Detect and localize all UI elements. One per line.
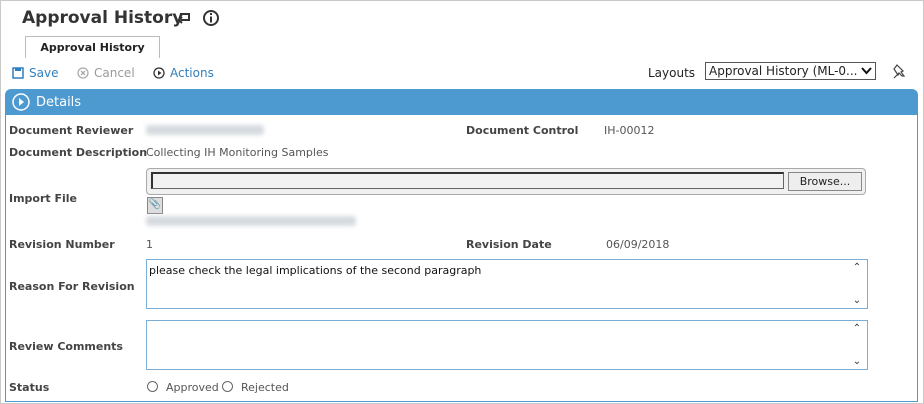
review-comments-text: [147, 321, 867, 325]
review-comments-textarea[interactable]: ⌃ ⌄: [146, 320, 868, 370]
layouts-select[interactable]: Approval History (ML-0...: [705, 62, 876, 80]
review-comments-label: Review Comments: [9, 340, 123, 353]
layouts-selected-value: Approval History (ML-0...: [709, 64, 858, 78]
document-control-value: IH-00012: [604, 124, 655, 137]
save-button[interactable]: Save: [12, 66, 58, 80]
scrollbar[interactable]: ⌃ ⌄: [849, 323, 865, 367]
chevron-down-icon[interactable]: ⌄: [853, 295, 861, 306]
cancel-label: Cancel: [94, 66, 135, 80]
undo-icon[interactable]: [175, 9, 193, 27]
layouts-label: Layouts: [648, 66, 696, 80]
chevron-down-icon: [861, 67, 872, 75]
status-rejected-radio[interactable]: [222, 381, 233, 392]
reason-for-revision-text: please check the legal implications of t…: [149, 264, 482, 277]
document-description-value: Collecting IH Monitoring Samples: [146, 146, 329, 159]
status-approved-radio[interactable]: [147, 381, 158, 392]
import-file-label: Import File: [9, 192, 78, 205]
tab-approval-history[interactable]: Approval History: [25, 36, 160, 58]
section-title: Details: [36, 95, 82, 110]
cancel-button[interactable]: Cancel: [77, 66, 135, 80]
reason-for-revision-textarea[interactable]: please check the legal implications of t…: [146, 259, 868, 309]
save-label: Save: [29, 66, 59, 80]
status-rejected-label: Rejected: [241, 381, 289, 394]
details-section-header[interactable]: [5, 89, 918, 115]
actions-label: Actions: [170, 66, 214, 80]
attached-file-link[interactable]: [146, 216, 356, 226]
document-reviewer-value: [146, 125, 264, 135]
chevron-up-icon[interactable]: ⌃: [853, 323, 861, 334]
play-circle-icon: [153, 67, 165, 79]
paperclip-icon[interactable]: 📎: [147, 197, 163, 214]
chevron-down-icon[interactable]: ⌄: [853, 356, 861, 367]
pin-icon[interactable]: [891, 63, 909, 81]
revision-date-label: Revision Date: [466, 238, 552, 251]
actions-button[interactable]: Actions: [153, 66, 214, 80]
browse-button[interactable]: Browse...: [788, 172, 862, 191]
status-label: Status: [9, 381, 50, 394]
revision-number-value: 1: [146, 238, 153, 251]
document-description-label: Document Description: [9, 146, 148, 159]
play-circle-icon: [12, 93, 30, 111]
reason-for-revision-label: Reason For Revision: [9, 280, 135, 293]
status-approved-label: Approved: [166, 381, 219, 394]
document-control-label: Document Control: [466, 124, 579, 137]
save-icon: [12, 67, 24, 79]
chevron-up-icon[interactable]: ⌃: [853, 262, 861, 273]
info-icon[interactable]: [202, 9, 220, 27]
import-file-input[interactable]: [151, 172, 784, 189]
page-title: Approval History: [22, 8, 184, 28]
revision-number-label: Revision Number: [9, 238, 115, 251]
cancel-icon: [77, 67, 89, 79]
document-reviewer-label: Document Reviewer: [9, 124, 134, 137]
revision-date-value: 06/09/2018: [606, 238, 670, 251]
scrollbar[interactable]: ⌃ ⌄: [849, 262, 865, 306]
